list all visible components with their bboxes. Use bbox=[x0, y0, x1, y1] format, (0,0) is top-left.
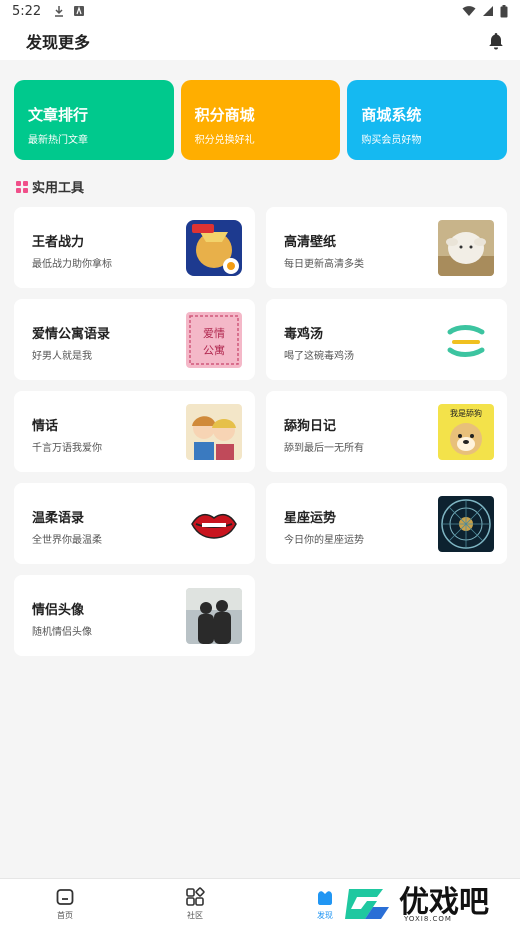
tool-card[interactable]: 情话 千言万语我爱你 bbox=[14, 391, 255, 472]
grid-icon bbox=[186, 887, 205, 906]
tool-card[interactable]: 高清壁纸 每日更新高清多类 bbox=[266, 207, 507, 288]
section-title: 实用工具 bbox=[32, 181, 85, 196]
love-apartment-thumbnail: 爱情 公寓 bbox=[186, 312, 242, 368]
nav-label: 首页 bbox=[57, 911, 73, 920]
battery-icon bbox=[500, 4, 508, 17]
nav-label: 社区 bbox=[187, 911, 203, 920]
tool-card[interactable]: 毒鸡汤 喝了这碗毒鸡汤 bbox=[266, 299, 507, 380]
section-heading: 实用工具 bbox=[16, 177, 84, 196]
plush-sheep-thumbnail bbox=[438, 220, 494, 276]
feature-card-points-mall[interactable]: 积分商城 积分兑换好礼 bbox=[180, 80, 341, 160]
feature-cards: 文章排行 最新热门文章 积分商城 积分兑换好礼 商城系统 购买会员好物 bbox=[14, 80, 508, 160]
feature-title: 积分商城 bbox=[194, 106, 255, 124]
app-notification-icon bbox=[74, 6, 85, 16]
tool-card[interactable]: 情侣头像 随机情侣头像 bbox=[14, 575, 255, 656]
dog-meme-thumbnail: 我是舔狗 bbox=[438, 404, 494, 460]
page-title: 发现更多 bbox=[26, 33, 91, 52]
tool-card[interactable]: 王者战力 最低战力助你拿标 bbox=[14, 207, 255, 288]
feature-card-shop[interactable]: 商城系统 购买会员好物 bbox=[347, 80, 508, 160]
signal-icon bbox=[483, 6, 493, 16]
nav-item-community[interactable]: 社区 bbox=[130, 879, 260, 926]
wifi-icon bbox=[462, 6, 476, 16]
tool-card[interactable]: 温柔语录 全世界你最温柔 bbox=[14, 483, 255, 564]
feature-subtitle: 最新热门文章 bbox=[28, 135, 88, 146]
nav-item-home[interactable]: 首页 bbox=[0, 879, 130, 926]
app-bar: 发现更多 bbox=[0, 22, 520, 60]
red-lips-thumbnail bbox=[186, 496, 242, 552]
tool-card[interactable]: 星座运势 今日你的星座运势 bbox=[266, 483, 507, 564]
home-icon bbox=[56, 889, 74, 905]
download-icon bbox=[55, 6, 64, 17]
watermark-subtext: YOXI8.COM bbox=[404, 915, 452, 923]
grid-icon bbox=[16, 180, 28, 193]
zodiac-wheel-thumbnail bbox=[438, 496, 494, 552]
feature-title: 文章排行 bbox=[28, 106, 89, 124]
tools-grid: 王者战力 最低战力助你拿标 高清壁纸 每日更新高清多类 爱情公寓语录 好男人就是… bbox=[14, 207, 507, 656]
tool-card[interactable]: 爱情公寓语录 好男人就是我 爱情 公寓 bbox=[14, 299, 255, 380]
status-bar: 5:22 bbox=[0, 0, 520, 22]
watermark-text: 优戏吧 bbox=[399, 885, 489, 920]
feature-title: 商城系统 bbox=[361, 106, 422, 124]
couple-silhouette-thumbnail bbox=[186, 588, 242, 644]
watermark: 优戏吧 YOXI8.COM bbox=[343, 880, 520, 926]
watermark-logo bbox=[345, 889, 389, 919]
feature-card-articles[interactable]: 文章排行 最新热门文章 bbox=[14, 80, 174, 160]
bell-icon[interactable] bbox=[486, 31, 506, 51]
feature-subtitle: 积分兑换好礼 bbox=[194, 135, 255, 146]
svg-text:我是舔狗: 我是舔狗 bbox=[450, 408, 482, 418]
game-hero-thumbnail bbox=[186, 220, 242, 276]
tool-card[interactable]: 舔狗日记 舔到最后一无所有 我是舔狗 bbox=[266, 391, 507, 472]
status-time: 5:22 bbox=[12, 3, 42, 19]
discover-icon bbox=[318, 891, 332, 905]
svg-text:公寓: 公寓 bbox=[203, 343, 225, 357]
feature-subtitle: 购买会员好物 bbox=[361, 135, 422, 146]
chicken-soup-logo-thumbnail bbox=[438, 312, 494, 368]
nav-label: 发现 bbox=[317, 911, 333, 920]
svg-text:爱情: 爱情 bbox=[203, 327, 225, 340]
status-right bbox=[462, 4, 508, 18]
anime-couple-thumbnail bbox=[186, 404, 242, 460]
